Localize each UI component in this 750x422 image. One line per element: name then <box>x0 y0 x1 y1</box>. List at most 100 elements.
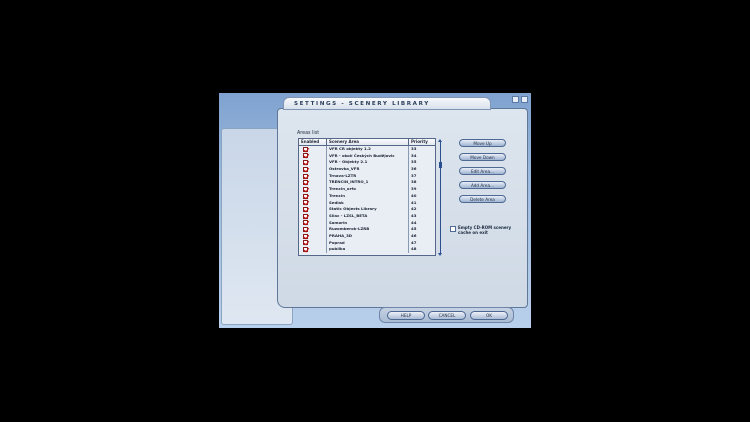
table-scrollbar[interactable] <box>438 139 442 256</box>
scenery-area-cell: Trencin_orfo <box>327 186 409 193</box>
enabled-cell <box>299 179 327 187</box>
table-body: VFR CR objekty 1.2 33 VFR - okolí Českých … <box>299 146 435 253</box>
scenery-library-dialog: Areas list Enabled Scenery Area Priority… <box>277 108 528 308</box>
enabled-checkbox[interactable] <box>303 153 308 159</box>
enabled-cell <box>299 226 327 233</box>
enabled-checkbox[interactable] <box>303 160 308 166</box>
priority-cell: 43 <box>411 212 417 218</box>
table-row[interactable]: Ostrovka_VFR 36 <box>299 166 435 173</box>
scroll-up-icon[interactable] <box>438 139 442 142</box>
empty-cache-checkbox[interactable] <box>450 226 456 232</box>
priority-cell: 46 <box>411 232 417 238</box>
header-enabled[interactable]: Enabled <box>299 139 327 145</box>
priority-cell: 47 <box>411 239 417 245</box>
enabled-checkbox[interactable] <box>303 180 308 186</box>
enabled-cell <box>299 206 327 213</box>
add-area-button[interactable]: Add Area... <box>459 181 506 189</box>
scenery-area-cell: Trnava-LZTR <box>327 172 409 180</box>
header-scenery-area[interactable]: Scenery Area <box>327 139 409 145</box>
scenery-area-cell: Ruzomberok-LZRB <box>327 226 409 233</box>
cancel-button[interactable]: CANCEL <box>428 311 466 320</box>
scenery-area-cell: Ostrovka_VFR <box>327 166 409 173</box>
scenery-area-cell: publika <box>327 246 409 253</box>
priority-cell: 33 <box>411 146 417 151</box>
priority-cell: 44 <box>411 219 417 225</box>
scenery-area-cell: TRENCIN_INTRO_1 <box>327 179 409 187</box>
edit-area-button[interactable]: Edit Area... <box>459 167 506 175</box>
priority-cell: 42 <box>411 206 417 212</box>
priority-cell: 39 <box>411 186 417 192</box>
scrollbar-thumb[interactable] <box>438 162 442 168</box>
empty-cache-label: Empty CD-ROM scenery cache on exit <box>458 225 512 235</box>
window-controls <box>512 96 528 103</box>
scenery-area-cell: Sedlak <box>327 199 409 207</box>
scenery-area-cell: Sliac - LZSL_BETA <box>327 212 409 220</box>
enabled-cell <box>299 219 327 227</box>
enabled-checkbox[interactable] <box>303 173 308 179</box>
delete-area-button[interactable]: Delete Area <box>459 195 506 203</box>
help-button[interactable]: HELP <box>387 311 425 320</box>
scenery-table: Enabled Scenery Area Priority VFR CR obj… <box>298 138 436 256</box>
enabled-checkbox[interactable] <box>303 240 308 246</box>
table-row[interactable]: Samorin 44 <box>299 219 435 227</box>
dialog-title: SETTINGS - SCENERY LIBRARY <box>294 100 430 107</box>
bottom-button-bar: HELP CANCEL OK <box>379 307 514 323</box>
enabled-checkbox[interactable] <box>303 247 308 253</box>
enabled-cell <box>299 172 327 180</box>
scenery-area-cell: Poprad <box>327 239 409 247</box>
enabled-checkbox[interactable] <box>303 166 308 172</box>
enabled-cell <box>299 186 327 193</box>
enabled-cell <box>299 159 327 167</box>
enabled-checkbox[interactable] <box>303 206 308 212</box>
scenery-area-cell: VFR CR objekty 1.2 <box>327 146 409 153</box>
enabled-checkbox[interactable] <box>303 200 308 206</box>
enabled-cell <box>299 246 327 253</box>
scenery-area-cell: Trencin <box>327 192 409 200</box>
priority-cell: 35 <box>411 159 417 165</box>
table-row[interactable]: Trnava-LZTR 37 <box>299 172 435 180</box>
table-row[interactable]: Sliac - LZSL_BETA 43 <box>299 212 435 220</box>
table-row[interactable]: Ruzomberok-LZRB 45 <box>299 226 435 233</box>
scenery-area-cell: Samorin <box>327 219 409 227</box>
table-row[interactable]: VFR CR objekty 1.2 33 <box>299 146 435 153</box>
enabled-checkbox[interactable] <box>303 193 308 199</box>
move-up-button[interactable]: Move Up <box>459 139 506 147</box>
enabled-checkbox[interactable] <box>303 233 308 239</box>
header-priority[interactable]: Priority <box>409 139 435 145</box>
enabled-cell <box>299 152 327 160</box>
priority-cell: 40 <box>411 192 417 198</box>
minimize-icon[interactable] <box>512 96 519 103</box>
table-row[interactable]: Trencin_orfo 39 <box>299 186 435 193</box>
table-row[interactable]: TRENCIN_INTRO_1 38 <box>299 179 435 187</box>
table-row[interactable]: Poprad 47 <box>299 239 435 247</box>
scenery-area-cell: Static Objects Library <box>327 206 409 213</box>
enabled-checkbox[interactable] <box>303 186 308 192</box>
areas-list-label: Areas list <box>297 131 320 136</box>
table-row[interactable]: VFR - Objekty 2.1 35 <box>299 159 435 167</box>
enabled-checkbox[interactable] <box>303 213 308 219</box>
table-header: Enabled Scenery Area Priority <box>299 139 435 146</box>
move-down-button[interactable]: Move Down <box>459 153 506 161</box>
enabled-checkbox[interactable] <box>303 227 308 233</box>
enabled-cell <box>299 239 327 247</box>
scroll-down-icon[interactable] <box>438 253 442 256</box>
table-row[interactable]: publika 48 <box>299 246 435 253</box>
dialog-title-tab: SETTINGS - SCENERY LIBRARY <box>283 97 491 110</box>
enabled-cell <box>299 192 327 200</box>
ok-button[interactable]: OK <box>470 311 508 320</box>
enabled-cell <box>299 212 327 220</box>
close-icon[interactable] <box>521 96 528 103</box>
app-screen: Areas list Enabled Scenery Area Priority… <box>219 93 531 328</box>
table-row[interactable]: PRAHA_3D 46 <box>299 232 435 240</box>
table-row[interactable]: Trencin 40 <box>299 192 435 200</box>
enabled-cell <box>299 166 327 173</box>
enabled-cell <box>299 146 327 153</box>
scrollbar-track <box>439 141 441 254</box>
table-row[interactable]: Static Objects Library 42 <box>299 206 435 213</box>
table-row[interactable]: Sedlak 41 <box>299 199 435 207</box>
scenery-area-cell: VFR - okolí Českých Budějovic <box>327 152 409 160</box>
priority-cell: 34 <box>411 152 417 158</box>
enabled-checkbox[interactable] <box>303 146 308 152</box>
enabled-checkbox[interactable] <box>303 220 308 226</box>
table-row[interactable]: VFR - okolí Českých Budějovic 34 <box>299 152 435 160</box>
